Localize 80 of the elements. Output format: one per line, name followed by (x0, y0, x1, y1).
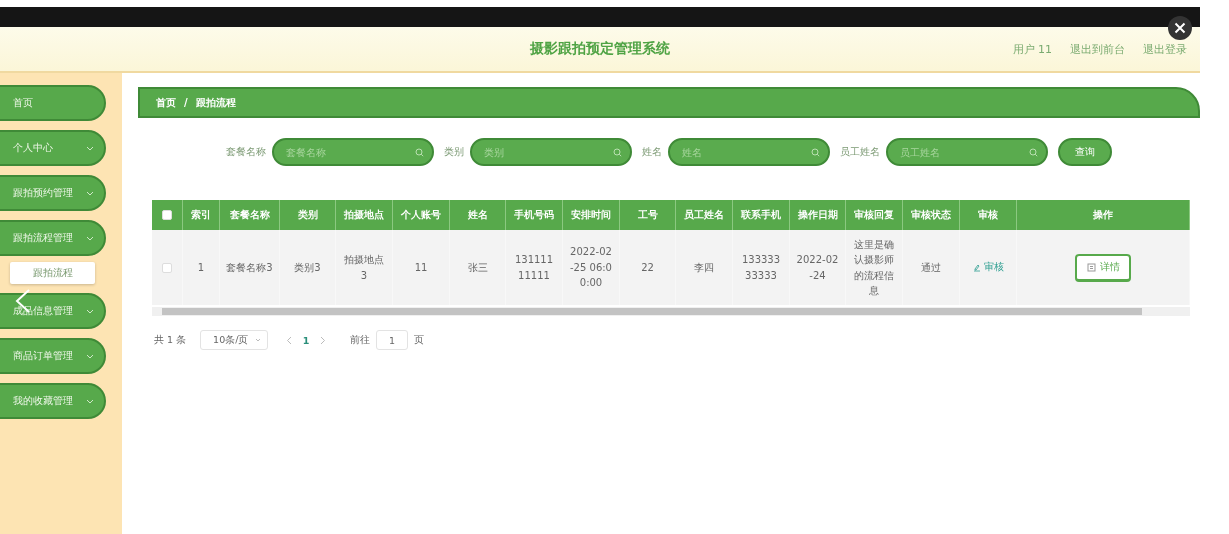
prev-page-icon[interactable] (286, 335, 293, 345)
field-label: 员工姓名 (840, 145, 880, 159)
column-header: 安排时间 (571, 208, 611, 222)
breadcrumb-item[interactable]: 跟拍流程 (195, 95, 236, 110)
chevron-icon (86, 398, 94, 404)
field-label: 姓名 (642, 145, 662, 159)
field-label: 套餐名称 (226, 145, 266, 159)
table-cell-text: 2022-02-24 (796, 253, 839, 283)
document-icon (1086, 262, 1096, 272)
chevron-icon (86, 145, 94, 151)
sidebar-item[interactable]: 跟拍预约管理 (0, 175, 106, 211)
app-title: 摄影跟拍预定管理系统 (530, 40, 670, 56)
pencil-icon (972, 263, 981, 272)
column-header: 联系手机 (741, 208, 781, 222)
goto-label: 前往 (350, 333, 371, 347)
search-icon (415, 148, 424, 157)
chevron-icon (86, 308, 94, 314)
table-cell-text: 通过 (921, 260, 941, 275)
sidebar-item[interactable]: 商品订单管理 (0, 338, 106, 374)
column-header: 审核回复 (854, 208, 894, 222)
header-link[interactable]: 用户 11 (1012, 41, 1052, 57)
sidebar-item[interactable]: 个人中心 (0, 130, 106, 166)
search-field[interactable]: 类别 (470, 138, 632, 166)
chevron-icon (86, 353, 94, 359)
submenu-item[interactable]: 跟拍流程 (10, 262, 95, 284)
chevron-icon (86, 235, 94, 241)
page-size-select[interactable]: 10条/页 (200, 330, 269, 350)
breadcrumb-separator: / (184, 97, 188, 108)
column-header: 类别 (297, 208, 318, 222)
column-header: 套餐名称 (229, 208, 270, 222)
scrollbar[interactable] (152, 307, 1190, 316)
query-button[interactable]: 查询 (1058, 138, 1112, 166)
page-suffix: 页 (414, 333, 425, 347)
sidebar-item[interactable]: 我的收藏管理 (0, 383, 106, 419)
column-header: 姓名 (467, 208, 488, 222)
header-link[interactable]: 退出到前台 (1070, 41, 1125, 57)
field-label: 类别 (444, 145, 464, 159)
page-number[interactable]: 1 (292, 334, 321, 346)
search-field[interactable]: 套餐名称 (272, 138, 434, 166)
header-link[interactable]: 退出登录 (1143, 41, 1187, 57)
checkbox[interactable] (162, 262, 172, 273)
caret-icon (255, 338, 262, 342)
chevron-icon (86, 190, 94, 196)
table-cell-text: 22 (641, 260, 654, 275)
table-cell-text: 11 (414, 260, 428, 275)
sidebar-item[interactable]: 首页 (0, 85, 106, 121)
close-icon[interactable] (1168, 16, 1192, 40)
column-header: 索引 (191, 208, 211, 222)
table-cell-text: 13111111111 (513, 253, 555, 283)
breadcrumb-item[interactable]: 首页 (156, 95, 176, 110)
page-input[interactable]: 1 (376, 330, 409, 350)
table-cell-text: 1 (197, 260, 205, 275)
next-page-icon[interactable] (320, 335, 327, 345)
column-header: 手机号码 (514, 208, 554, 222)
table-cell-text: 李四 (694, 260, 714, 275)
checkbox[interactable] (162, 210, 172, 220)
column-header: 员工姓名 (684, 208, 724, 222)
table-cell-text: 这里是确认摄影师的流程信息 (853, 237, 895, 298)
search-icon (1029, 148, 1038, 157)
search-field[interactable]: 员工姓名 (886, 138, 1048, 166)
search-icon (811, 148, 820, 157)
column-header: 审核状态 (911, 208, 951, 222)
sidebar-item[interactable]: 跟拍流程管理 (0, 220, 106, 256)
total-count: 共 1 条 (154, 333, 187, 347)
review-link[interactable]: 审核 (972, 260, 1004, 275)
column-header: 个人账号 (401, 208, 441, 222)
column-header: 工号 (637, 208, 658, 222)
table-cell-text: 套餐名称3 (226, 260, 273, 275)
search-icon (613, 148, 622, 157)
table-cell-text: 类别3 (294, 260, 321, 275)
table-cell-text: 13333333333 (740, 253, 782, 283)
table-cell-text: 2022-02-25 06:00:00 (569, 245, 613, 291)
table-cell-text: 拍摄地点3 (343, 253, 385, 283)
column-header: 操作 (1093, 208, 1113, 222)
detail-button[interactable]: 详情 (1075, 253, 1131, 282)
column-header: 操作日期 (797, 208, 838, 222)
column-header: 审核 (978, 208, 998, 222)
column-header: 拍摄地点 (344, 208, 384, 222)
search-field[interactable]: 姓名 (668, 138, 830, 166)
table-cell-text: 张三 (467, 260, 488, 275)
